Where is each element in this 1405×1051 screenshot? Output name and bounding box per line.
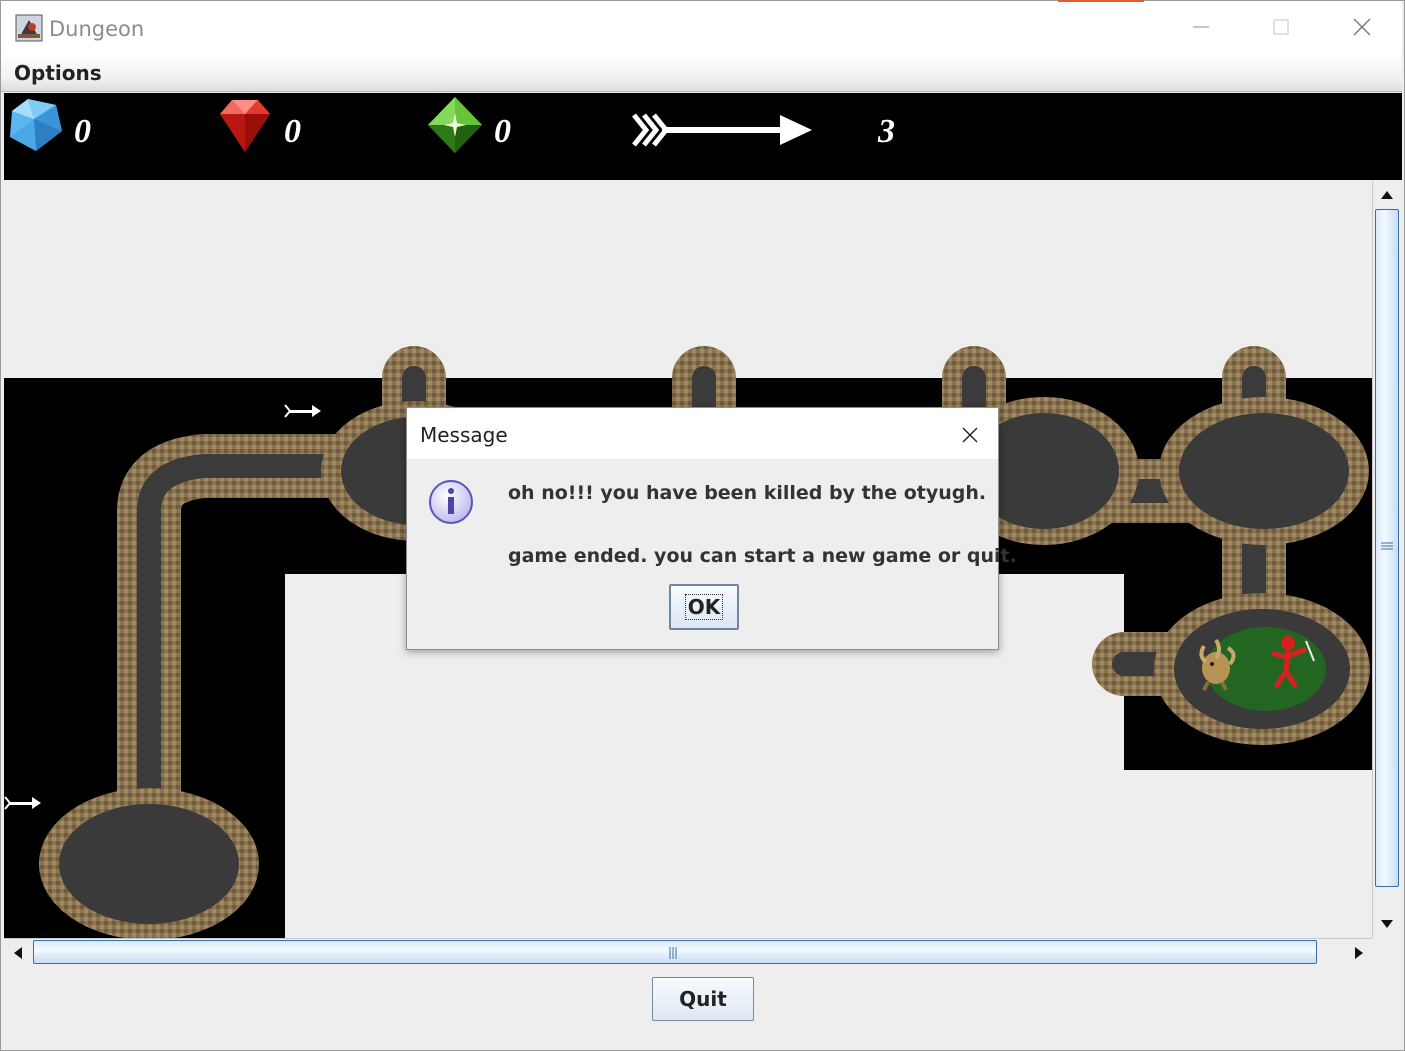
- chevron-right-icon: [1354, 946, 1363, 959]
- app-icon: [15, 14, 43, 42]
- ok-button[interactable]: OK: [669, 584, 739, 630]
- menu-bar: Options: [1, 53, 1402, 92]
- ruby-count: 0: [284, 113, 301, 150]
- scroll-left-button[interactable]: [5, 940, 30, 965]
- dialog-message-line-1: oh no!!! you have been killed by the oty…: [508, 482, 987, 504]
- diamond-count: 0: [74, 113, 91, 150]
- dialog-title-bar[interactable]: Message: [407, 408, 998, 459]
- vertical-scroll-thumb[interactable]: [1375, 209, 1399, 887]
- close-icon: [1353, 18, 1371, 36]
- chevron-left-icon: [13, 946, 22, 959]
- quit-button[interactable]: Quit: [652, 977, 754, 1021]
- dialog-title: Message: [420, 423, 508, 447]
- player-icon: [1271, 636, 1315, 689]
- chevron-up-icon: [1380, 190, 1393, 199]
- minimize-button[interactable]: [1162, 2, 1240, 52]
- window-title: Dungeon: [49, 17, 145, 41]
- inventory-bar: 0 0 0 3: [4, 93, 1402, 180]
- maximize-button[interactable]: [1242, 2, 1320, 52]
- maximize-icon: [1273, 19, 1289, 35]
- chevron-down-icon: [1380, 919, 1393, 928]
- arrow-item: [284, 404, 321, 418]
- dialog-message-line-2: game ended. you can start a new game or …: [508, 545, 1017, 567]
- arrow-count: 3: [878, 113, 895, 150]
- ruby-icon: [220, 100, 270, 152]
- title-bar[interactable]: Dungeon: [1, 1, 1402, 53]
- sapphire-icon: [428, 97, 482, 153]
- info-icon: [429, 480, 473, 524]
- dialog-close-button[interactable]: [955, 420, 985, 450]
- title-accent-strip: [1058, 0, 1144, 2]
- grip-icon: [669, 947, 677, 959]
- scroll-down-button[interactable]: [1374, 911, 1399, 936]
- arrow-item: [4, 796, 41, 810]
- sapphire-count: 0: [494, 113, 511, 150]
- scroll-right-button[interactable]: [1346, 940, 1371, 965]
- close-button[interactable]: [1323, 2, 1401, 52]
- minimize-icon: [1193, 26, 1209, 28]
- grip-icon: [1381, 542, 1393, 550]
- diamond-icon: [10, 99, 62, 151]
- ok-button-label: OK: [684, 594, 724, 620]
- scroll-up-button[interactable]: [1374, 182, 1399, 207]
- message-dialog: Message oh no!!! you have been killed by…: [406, 407, 1017, 650]
- otyugh-icon: [1199, 638, 1236, 691]
- arrow-icon: [632, 113, 812, 147]
- close-icon: [962, 427, 978, 443]
- horizontal-scroll-thumb[interactable]: [33, 940, 1317, 964]
- menu-options[interactable]: Options: [14, 61, 102, 85]
